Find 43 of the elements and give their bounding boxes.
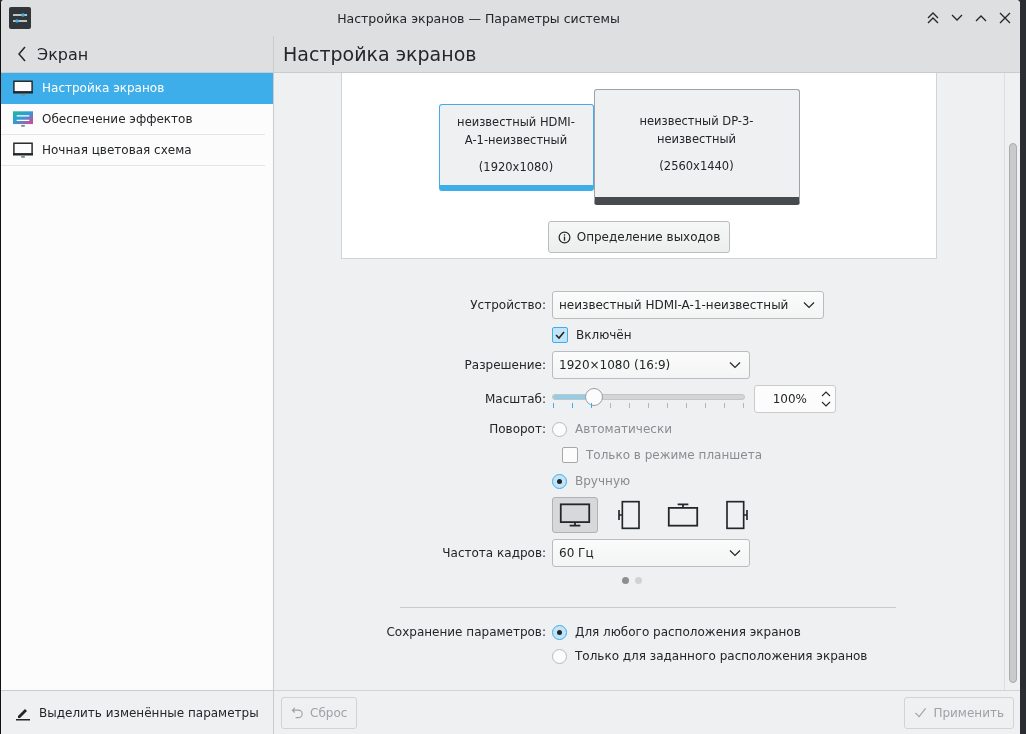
back-icon[interactable] [17, 46, 27, 62]
sidebar-item[interactable]: Обеспечение эффектов [1, 104, 265, 135]
output-tile[interactable]: неизвестный DP-3-неизвестный (2560x1440) [593, 89, 800, 205]
output-name: неизвестный DP-3-неизвестный [638, 112, 755, 149]
effects-icon [13, 110, 33, 128]
field-label: Сохранение параметров: [385, 624, 546, 641]
scale-spinbox[interactable]: 100% [754, 385, 836, 413]
monitor-icon [13, 79, 33, 97]
enabled-checkbox[interactable]: Включён [552, 325, 1004, 345]
save-option-radio[interactable]: Только для заданного расположения экранов [552, 646, 1004, 666]
page-indicator-dot[interactable] [635, 576, 642, 584]
keep-above-icon[interactable] [926, 11, 940, 25]
page-indicator-dot[interactable] [622, 576, 629, 584]
landscape-monitor-icon [559, 500, 591, 530]
spin-arrows-icon [821, 390, 831, 408]
app-icon [9, 7, 31, 29]
sidebar-title: Экран [37, 44, 89, 64]
monitor-icon [13, 141, 33, 159]
refresh-rate-dropdown[interactable]: 60 Гц [552, 539, 750, 567]
resolution-dropdown[interactable]: 1920×1080 (16:9) [552, 351, 750, 379]
info-icon [557, 230, 571, 244]
output-resolution: (1920x1080) [478, 158, 554, 176]
output-resolution: (2560x1440) [659, 157, 734, 175]
scrollbar-thumb[interactable] [1008, 143, 1017, 683]
undo-icon [291, 706, 304, 719]
scale-slider[interactable] [552, 387, 745, 411]
inverted-monitor-icon [667, 500, 699, 530]
device-dropdown[interactable]: неизвестный HDMI-A-1-неизвестный [552, 291, 824, 319]
checkmark-icon [914, 706, 928, 719]
field-label: Частота кадров: [441, 546, 546, 560]
field-label: Поворот: [488, 422, 546, 436]
close-icon[interactable] [998, 11, 1012, 25]
window-title: Настройка экранов — Параметры системы [336, 10, 621, 26]
output-name: неизвестный HDMI-A-1-неизвестный [456, 113, 576, 150]
field-label: Разрешение: [463, 358, 546, 372]
save-option-radio[interactable]: Для любого расположения экранов [552, 622, 1004, 642]
sidebar-item[interactable]: Ночная цветовая схема [1, 135, 265, 166]
page-title: Настройка экранов [283, 43, 477, 65]
field-label: Устройство: [469, 298, 546, 312]
output-tile[interactable]: неизвестный HDMI-A-1-неизвестный (1920x1080) [438, 103, 594, 191]
orientation-button[interactable] [552, 497, 598, 533]
identify-button[interactable]: Определение выходов [547, 221, 731, 253]
field-label: Масштаб: [483, 392, 546, 406]
